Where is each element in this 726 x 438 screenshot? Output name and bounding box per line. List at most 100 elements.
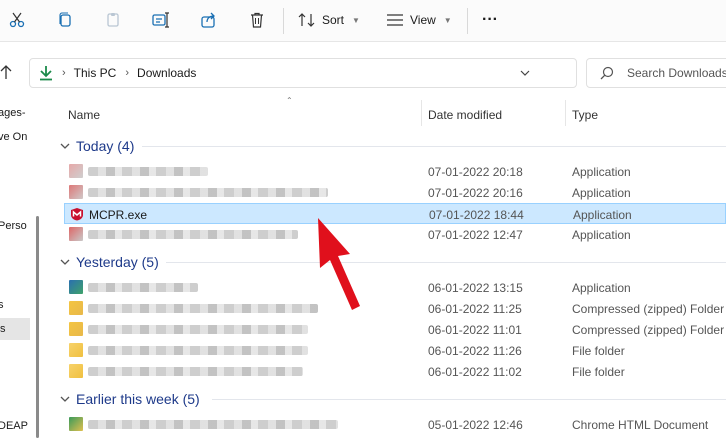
search-input[interactable] <box>627 66 726 80</box>
file-type: Application <box>572 281 631 295</box>
file-name-redacted <box>88 346 308 355</box>
file-date: 05-01-2022 12:46 <box>428 418 523 432</box>
chevron-down-icon <box>60 259 70 265</box>
sort-button[interactable]: Sort ▼ <box>298 9 360 31</box>
file-name-redacted <box>88 420 338 429</box>
search-icon <box>600 66 614 80</box>
downloads-icon <box>40 66 52 81</box>
delete-icon[interactable] <box>246 9 268 31</box>
chevron-right-icon: › <box>125 67 130 79</box>
sort-icon <box>298 13 315 27</box>
toolbar-separator <box>467 8 468 34</box>
file-date: 06-01-2022 13:15 <box>428 281 523 295</box>
chevron-down-icon: ▼ <box>352 15 360 25</box>
chevron-down-icon <box>60 143 70 149</box>
column-header-row: Name ⌃ Date modified Type <box>57 96 726 128</box>
file-name: MCPR.exe <box>89 208 148 222</box>
zip-folder-icon <box>69 301 83 315</box>
file-type: Compressed (zipped) Folder <box>572 302 725 316</box>
sort-ascending-icon: ⌃ <box>286 96 293 105</box>
file-date: 07-01-2022 12:47 <box>428 228 523 242</box>
file-date: 06-01-2022 11:02 <box>428 365 522 379</box>
more-icon: ··· <box>482 11 498 28</box>
folder-icon <box>69 343 83 357</box>
zip-folder-icon <box>69 322 83 336</box>
application-icon <box>69 280 83 294</box>
file-row[interactable]: 06-01-2022 11:01 Compressed (zipped) Fol… <box>64 319 726 340</box>
more-options-button[interactable]: ··· <box>482 9 498 31</box>
paste-icon <box>102 9 124 31</box>
application-icon <box>69 164 83 178</box>
toolbar-separator <box>283 8 284 34</box>
file-date: 07-01-2022 20:18 <box>428 165 523 179</box>
chevron-right-icon: › <box>62 67 66 79</box>
chevron-down-icon: ▼ <box>443 15 452 25</box>
file-row[interactable]: 06-01-2022 11:25 Compressed (zipped) Fol… <box>64 298 726 319</box>
view-label: View <box>410 13 436 27</box>
file-date: 07-01-2022 18:44 <box>429 208 524 222</box>
address-bar[interactable]: › This PC › Downloads <box>29 58 577 88</box>
nav-item[interactable]: ages- <box>0 102 26 124</box>
file-name-redacted <box>88 325 308 334</box>
column-type-header[interactable]: Type <box>572 108 598 122</box>
view-icon <box>387 14 403 26</box>
file-type: File folder <box>572 344 625 358</box>
file-row[interactable]: 06-01-2022 11:26 File folder <box>64 340 726 361</box>
search-box[interactable] <box>586 58 726 88</box>
column-name-header[interactable]: Name <box>68 108 100 122</box>
group-header-today[interactable]: Today (4) <box>60 135 134 157</box>
column-date-header[interactable]: Date modified <box>428 108 502 122</box>
nav-item-selected[interactable]: s <box>0 318 30 340</box>
file-row[interactable]: 06-01-2022 11:02 File folder <box>64 361 726 382</box>
file-type: Chrome HTML Document <box>572 418 709 432</box>
file-row[interactable]: 07-01-2022 20:18 Application <box>64 161 726 182</box>
group-label: Earlier this week (5) <box>76 391 200 407</box>
rename-icon[interactable] <box>150 9 172 31</box>
nav-item[interactable]: DEAP <box>0 415 28 437</box>
file-date: 07-01-2022 20:16 <box>428 186 523 200</box>
share-icon[interactable] <box>198 9 220 31</box>
copy-icon[interactable] <box>54 9 76 31</box>
breadcrumb-this-pc[interactable]: This PC <box>74 66 117 80</box>
group-divider <box>212 399 726 400</box>
file-row[interactable]: 05-01-2022 12:46 Chrome HTML Document <box>64 414 726 435</box>
breadcrumb-downloads[interactable]: Downloads <box>137 66 196 80</box>
application-icon <box>69 185 83 199</box>
file-type: File folder <box>572 365 625 379</box>
cut-icon[interactable] <box>6 9 28 31</box>
mcafee-shield-icon <box>71 208 83 221</box>
file-date: 06-01-2022 11:25 <box>428 302 522 316</box>
file-name-redacted <box>88 167 208 176</box>
chevron-down-icon <box>60 396 70 402</box>
view-button[interactable]: View ▼ <box>386 9 452 31</box>
file-row[interactable]: 07-01-2022 12:47 Application <box>64 224 726 245</box>
group-divider <box>166 262 726 263</box>
file-type: Application <box>573 208 632 222</box>
file-name-redacted <box>88 188 328 197</box>
group-header-yesterday[interactable]: Yesterday (5) <box>60 251 159 273</box>
file-type: Application <box>572 186 631 200</box>
column-divider[interactable] <box>421 100 422 126</box>
file-row[interactable]: 07-01-2022 20:16 Application <box>64 182 726 203</box>
file-name-redacted <box>88 367 303 376</box>
file-type: Application <box>572 165 631 179</box>
command-bar: Sort ▼ View ▼ ··· <box>0 0 726 42</box>
nav-scrollbar[interactable] <box>36 216 39 438</box>
group-label: Today (4) <box>76 138 135 154</box>
navigation-pane: ages- ve On Perso s s DEAP <box>0 96 46 438</box>
up-arrow-icon[interactable] <box>0 64 16 82</box>
file-name-redacted <box>88 283 198 292</box>
file-type: Compressed (zipped) Folder <box>572 323 725 337</box>
file-name-redacted <box>88 304 318 313</box>
nav-item[interactable]: ve On <box>0 126 27 148</box>
nav-item[interactable]: s <box>0 294 4 316</box>
address-history-chevron-icon[interactable] <box>520 68 530 78</box>
file-row-selected[interactable]: MCPR.exe 07-01-2022 18:44 Application <box>64 203 726 224</box>
group-label: Yesterday (5) <box>76 254 159 270</box>
nav-item[interactable]: Perso <box>0 215 27 237</box>
folder-icon <box>69 364 83 378</box>
group-header-earlier-this-week[interactable]: Earlier this week (5) <box>60 388 200 410</box>
column-divider[interactable] <box>565 100 566 126</box>
file-row[interactable]: 06-01-2022 13:15 Application <box>64 277 726 298</box>
address-row: › This PC › Downloads <box>0 52 726 94</box>
